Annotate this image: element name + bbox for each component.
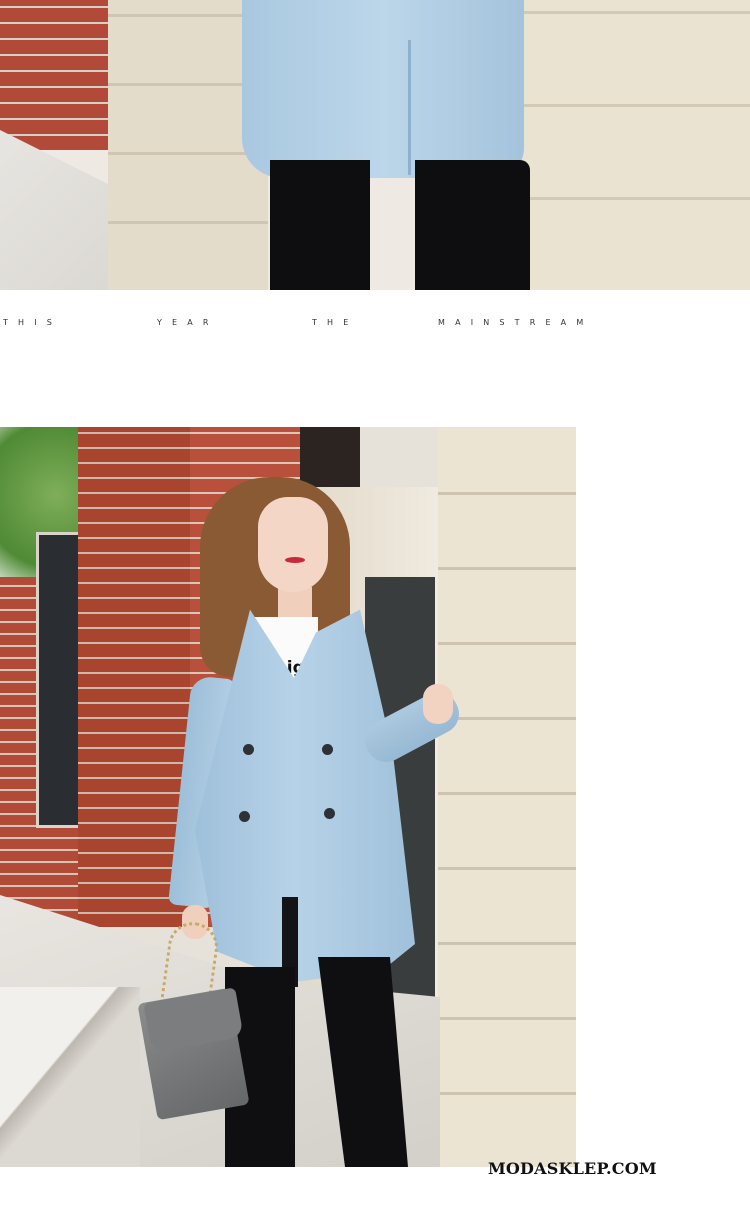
top-product-photo [0,0,750,290]
tagline: T H I S Y E A R T H E M A I N S T R E A … [0,318,750,332]
brand-watermark: MODASKLEP.COM [488,1159,657,1178]
model-right-hand [423,684,453,724]
tagline-word-the: T H E [312,318,349,327]
coat-hem [242,0,524,178]
tagline-word-year: Y E A R [157,318,209,327]
brick-wall [0,0,125,150]
coat-split [408,40,411,175]
stone-pillar [438,427,576,1167]
main-product-photo: onigh [0,427,576,1167]
stone-wall [505,0,750,290]
left-leg [270,160,370,290]
coat-button [243,744,254,755]
coat-button [239,811,250,822]
model-face [258,497,328,592]
right-leg [415,160,530,290]
curb [0,987,140,1167]
tagline-word-mainstream: M A I N S T R E A M [438,318,584,327]
coat-button [324,808,335,819]
tagline-word-this: T H I S [3,318,52,327]
coat-button [322,744,333,755]
model-lips [285,557,305,563]
